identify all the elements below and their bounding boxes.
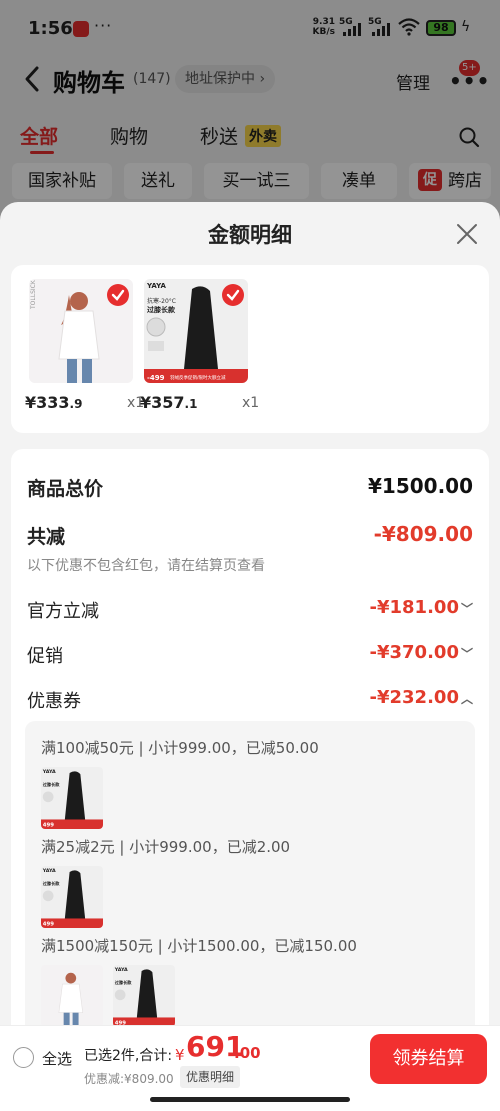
- goods-price: ¥357.1: [140, 393, 197, 412]
- promo-value: -¥370.00: [369, 642, 459, 663]
- close-icon[interactable]: [455, 222, 479, 246]
- svg-text:羽绒反季促销/限时大额立减: 羽绒反季促销/限时大额立减: [170, 374, 226, 381]
- total-amount-decimal: .00: [234, 1044, 261, 1062]
- selected-check-icon: [107, 284, 129, 306]
- chevron-up-icon: ︿: [460, 692, 473, 706]
- goods-price: ¥333.9: [25, 393, 82, 412]
- amount-detail-card: 商品总价 ¥1500.00 共减 -¥809.00 以下优惠不包含红包，请在结算…: [11, 449, 489, 1111]
- svg-text:YAYA: YAYA: [114, 967, 128, 973]
- goods-price-dec: .9: [69, 397, 83, 411]
- official-reduce-value: -¥181.00: [369, 597, 459, 618]
- goods-price-int: ¥333: [25, 393, 70, 412]
- product-image-white-coat: TOLLSICK: [29, 279, 133, 383]
- svg-text:YAYA: YAYA: [42, 868, 56, 874]
- reduce-note: 以下优惠不包含红包，请在结算页查看: [27, 558, 265, 574]
- goods-price-int: ¥357: [140, 393, 185, 412]
- selected-check-icon: [222, 284, 244, 306]
- promo-row[interactable]: -¥370.00 ﹀: [370, 642, 473, 663]
- svg-text:过膝长款: 过膝长款: [115, 979, 132, 985]
- product-image-black-down-coat: YAYA 抗寒-20°C 过膝长款 -499 羽绒反季促销/限时大额立减: [144, 279, 248, 383]
- total-price-value: ¥1500.00: [367, 474, 473, 498]
- coupon-value: -¥232.00: [369, 687, 459, 708]
- svg-text:499: 499: [43, 922, 54, 928]
- coupon-label: 优惠券: [27, 691, 81, 712]
- total-currency: ¥: [175, 1046, 185, 1064]
- svg-text:YAYA: YAYA: [146, 282, 167, 290]
- coupon-product-thumb: [41, 965, 103, 1027]
- goods-item[interactable]: TOLLSICK ¥333.9 x1: [25, 279, 153, 412]
- select-all-radio[interactable]: [13, 1047, 34, 1068]
- goods-price-dec: .1: [184, 397, 198, 411]
- svg-text:YAYA: YAYA: [42, 769, 56, 775]
- selected-goods-card: TOLLSICK ¥333.9 x1 YAYA 抗寒-20°C 过膝长款 -49…: [11, 265, 489, 433]
- amount-detail-sheet: 金额明细 TOLLSICK ¥333.9 x1 YAYA 抗寒-20°C 过膝长…: [0, 202, 500, 1111]
- discount-summary: 优惠减:¥809.00: [84, 1072, 174, 1086]
- coupon-product-thumb: YAYA 过膝长款 499: [41, 866, 103, 928]
- select-all-label[interactable]: 全选: [42, 1048, 72, 1069]
- checkout-button[interactable]: 领券结算: [370, 1034, 487, 1084]
- goods-item[interactable]: YAYA 抗寒-20°C 过膝长款 -499 羽绒反季促销/限时大额立减 ¥35…: [140, 279, 268, 412]
- promo-label: 促销: [27, 646, 63, 667]
- goods-qty: x1: [242, 395, 260, 411]
- selected-count: 已选2件,合计:: [84, 1048, 173, 1064]
- svg-text:过膝长款: 过膝长款: [147, 305, 176, 314]
- svg-text:过膝长款: 过膝长款: [43, 781, 60, 787]
- total-price-label: 商品总价: [27, 478, 104, 500]
- coupon-rule: 满100减50元 | 小计999.00，已减50.00: [41, 739, 319, 757]
- svg-text:TOLLSICK: TOLLSICK: [30, 279, 37, 310]
- coupon-rule: 满25减2元 | 小计999.00，已减2.00: [41, 838, 291, 856]
- dim-overlay[interactable]: [0, 0, 500, 210]
- official-reduce-label: 官方立减: [27, 601, 99, 622]
- coupon-product-thumb: YAYA 过膝长款 499: [113, 965, 175, 1027]
- home-indicator[interactable]: [150, 1097, 350, 1102]
- svg-text:499: 499: [43, 823, 54, 829]
- discount-detail-button[interactable]: 优惠明细: [180, 1066, 241, 1088]
- total-reduce-value: -¥809.00: [373, 522, 473, 546]
- chevron-down-icon: ﹀: [460, 602, 473, 616]
- coupon-rule: 满1500减150元 | 小计1500.00，已减150.00: [41, 937, 357, 955]
- svg-text:过膝长款: 过膝长款: [43, 880, 60, 886]
- coupon-row[interactable]: -¥232.00 ︿: [370, 687, 473, 708]
- official-reduce-row[interactable]: -¥181.00 ﹀: [370, 597, 473, 618]
- svg-text:抗寒-20°C: 抗寒-20°C: [147, 297, 176, 305]
- chevron-down-icon: ﹀: [460, 647, 473, 661]
- total-reduce-label: 共减: [27, 526, 66, 548]
- coupon-product-thumb: YAYA 过膝长款 499: [41, 767, 103, 829]
- sheet-title: 金额明细: [208, 223, 292, 247]
- svg-text:-499: -499: [147, 374, 165, 382]
